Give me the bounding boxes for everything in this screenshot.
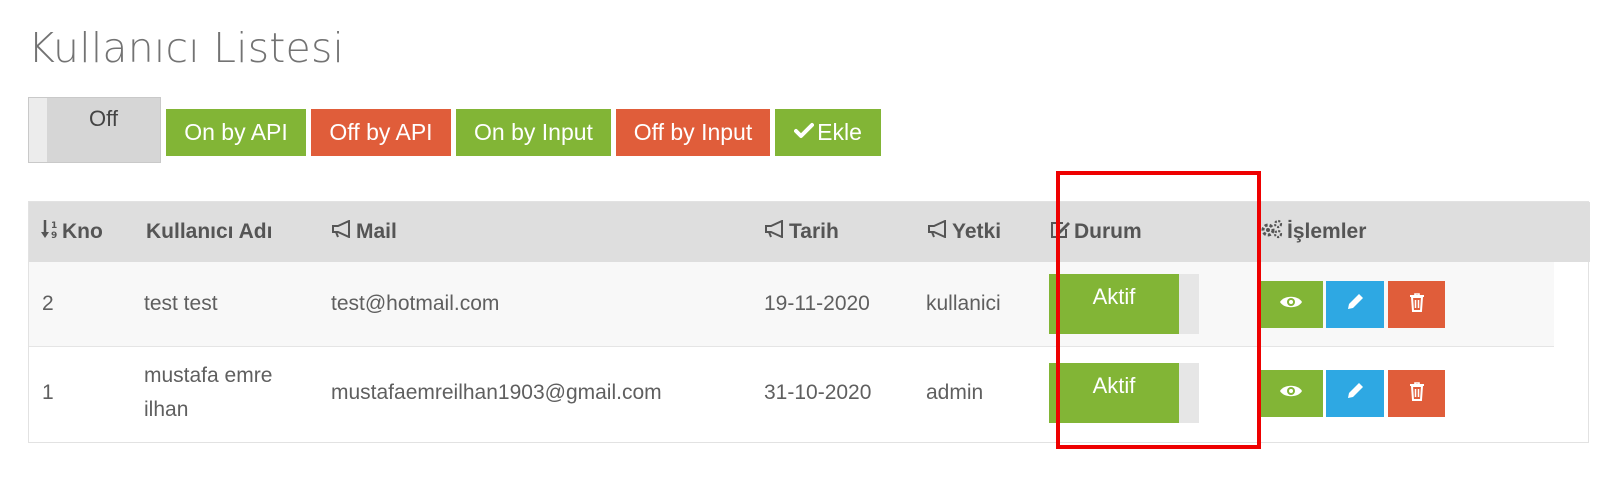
- page-title: Kullanıcı Listesi: [28, 24, 345, 72]
- pencil-icon: [1345, 381, 1365, 406]
- header-username-label: Kullanıcı Adı: [146, 220, 273, 243]
- user-table: 1 9 Kno Kullanıcı Adı Mail Tarih Yetki D…: [28, 201, 1590, 443]
- off-by-input-button[interactable]: Off by Input: [616, 109, 770, 156]
- megaphone-icon: [332, 219, 356, 244]
- toggle-track: [29, 98, 47, 162]
- on-by-input-button[interactable]: On by Input: [456, 109, 611, 156]
- cell-kno: 2: [42, 292, 54, 315]
- pencil-icon: [1345, 292, 1365, 317]
- megaphone-icon: [928, 219, 952, 244]
- cell-kno: 1: [42, 380, 54, 404]
- header-kno[interactable]: 1 9 Kno: [41, 202, 103, 262]
- header-actions-label: İşlemler: [1287, 220, 1367, 243]
- header-date[interactable]: Tarih: [765, 202, 839, 262]
- edit-button[interactable]: [1326, 281, 1384, 328]
- cell-role: kullanici: [926, 292, 1001, 315]
- edit-button[interactable]: [1326, 370, 1384, 417]
- cell-mail: test@hotmail.com: [331, 292, 500, 315]
- add-button-label: Ekle: [817, 119, 862, 145]
- megaphone-icon: [765, 219, 789, 244]
- check-icon: [794, 119, 815, 146]
- add-button[interactable]: Ekle: [775, 109, 881, 156]
- delete-button[interactable]: [1388, 370, 1445, 417]
- header-kno-label: Kno: [62, 220, 103, 243]
- header-actions: İşlemler: [1260, 202, 1366, 262]
- sort-numeric-icon: 1 9: [41, 217, 62, 247]
- header-role-label: Yetki: [952, 220, 1002, 243]
- cell-role: admin: [926, 380, 984, 404]
- view-button[interactable]: [1259, 281, 1323, 328]
- cell-username: mustafa emre ilhan: [144, 363, 273, 421]
- header-date-label: Tarih: [789, 220, 839, 243]
- table-row: 2 test test test@hotmail.com 19-11-2020 …: [29, 262, 1554, 347]
- gears-icon: [1260, 219, 1287, 245]
- power-toggle[interactable]: Off: [28, 97, 161, 163]
- off-by-api-button[interactable]: Off by API: [311, 109, 451, 156]
- eye-icon: [1279, 294, 1303, 315]
- view-button[interactable]: [1259, 370, 1323, 417]
- trash-icon: [1409, 292, 1425, 317]
- cell-date: 19-11-2020: [764, 292, 870, 315]
- svg-text:1: 1: [51, 221, 57, 231]
- eye-icon: [1279, 383, 1303, 404]
- cell-mail: mustafaemreilhan1903@gmail.com: [331, 380, 662, 404]
- header-username[interactable]: Kullanıcı Adı: [146, 202, 272, 262]
- status-column-highlight: [1056, 171, 1261, 449]
- header-mail-label: Mail: [356, 220, 397, 243]
- svg-text:9: 9: [51, 231, 57, 241]
- delete-button[interactable]: [1388, 281, 1445, 328]
- on-by-api-button[interactable]: On by API: [166, 109, 306, 156]
- table-header: 1 9 Kno Kullanıcı Adı Mail Tarih Yetki D…: [29, 202, 1590, 262]
- table-row: 1 mustafa emre ilhan mustafaemreilhan190…: [29, 347, 1554, 438]
- trash-icon: [1409, 381, 1425, 406]
- cell-username: test test: [144, 292, 218, 315]
- toggle-label: Off: [89, 106, 118, 131]
- cell-date: 31-10-2020: [764, 380, 872, 404]
- header-role[interactable]: Yetki: [928, 202, 1001, 262]
- header-mail[interactable]: Mail: [332, 202, 397, 262]
